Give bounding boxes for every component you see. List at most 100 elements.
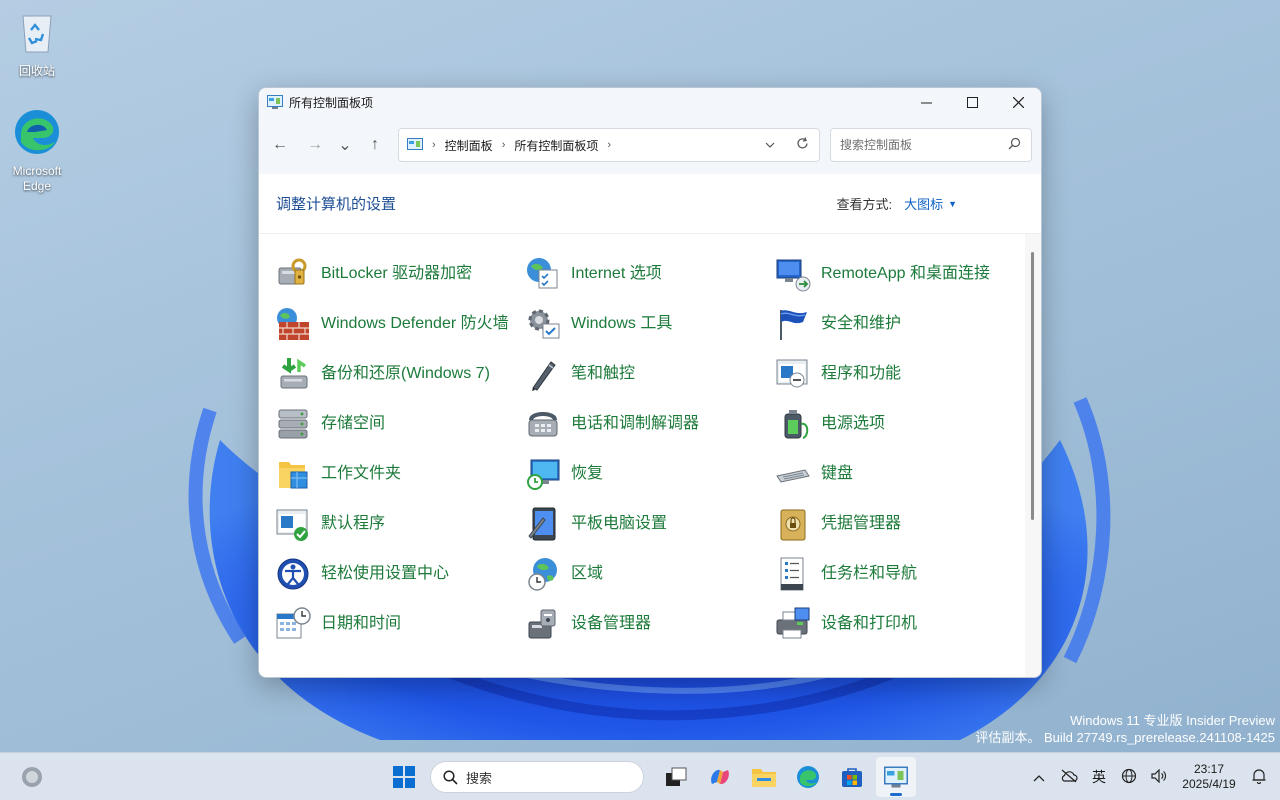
control-panel-item[interactable]: 轻松使用设置中心 bbox=[275, 549, 525, 599]
breadcrumb-control-panel[interactable]: 控制面板 bbox=[445, 137, 493, 154]
desktop-edge[interactable]: Microsoft Edge bbox=[0, 108, 74, 194]
minimize-button[interactable] bbox=[903, 88, 949, 116]
folder-icon bbox=[752, 769, 776, 787]
control-panel-item[interactable]: 恢复 bbox=[525, 449, 775, 499]
control-panel-item-label[interactable]: 存储空间 bbox=[321, 414, 511, 434]
copilot-button[interactable] bbox=[700, 757, 740, 797]
backup-icon bbox=[280, 358, 308, 389]
address-bar[interactable]: › 控制面板 › 所有控制面板项 › bbox=[398, 128, 820, 162]
chevron-up-icon bbox=[1033, 775, 1045, 782]
control-panel-item[interactable]: 工作文件夹 bbox=[275, 449, 525, 499]
control-panel-item-label[interactable]: 设备管理器 bbox=[571, 614, 761, 634]
control-panel-item[interactable]: Windows Defender 防火墙 bbox=[275, 299, 525, 349]
network-button[interactable] bbox=[1114, 768, 1144, 787]
close-button[interactable] bbox=[995, 88, 1041, 116]
control-panel-item-label[interactable]: 笔和触控 bbox=[571, 364, 761, 384]
control-panel-item-label[interactable]: 轻松使用设置中心 bbox=[321, 564, 511, 584]
control-panel-item[interactable]: Windows 工具 bbox=[525, 299, 775, 349]
region-icon bbox=[528, 558, 557, 591]
clock-time: 23:17 bbox=[1193, 762, 1225, 776]
control-panel-item[interactable]: BitLocker 驱动器加密 bbox=[275, 249, 525, 299]
up-button[interactable]: ↑ bbox=[360, 130, 390, 160]
control-panel-item[interactable]: 程序和功能 bbox=[775, 349, 1025, 399]
watermark-line2: 评估副本。 Build 27749.rs_prerelease.241108-1… bbox=[975, 730, 1275, 745]
breadcrumb-separator[interactable]: › bbox=[607, 139, 611, 151]
forward-button[interactable]: → bbox=[300, 130, 330, 160]
control-panel-item[interactable]: 安全和维护 bbox=[775, 299, 1025, 349]
task-view-icon bbox=[666, 767, 687, 786]
programs-icon bbox=[776, 359, 808, 388]
file-explorer-button[interactable] bbox=[744, 757, 784, 797]
address-dropdown-button[interactable] bbox=[755, 139, 785, 151]
control-panel-item-label[interactable]: 工作文件夹 bbox=[321, 464, 511, 484]
notification-bell-icon bbox=[1252, 768, 1266, 784]
breadcrumb-separator: › bbox=[501, 139, 506, 151]
control-panel-item-label[interactable]: 区域 bbox=[571, 564, 761, 584]
maximize-button[interactable] bbox=[949, 88, 995, 116]
control-panel-item-label[interactable]: BitLocker 驱动器加密 bbox=[321, 264, 511, 284]
control-panel-item-label[interactable]: 日期和时间 bbox=[321, 614, 511, 634]
taskbar-search[interactable]: 搜索 bbox=[430, 761, 644, 793]
refresh-button[interactable] bbox=[785, 136, 819, 154]
breadcrumb-all-items[interactable]: 所有控制面板项 bbox=[514, 137, 598, 154]
control-panel-item[interactable]: 电话和调制解调器 bbox=[525, 399, 775, 449]
recovery-icon bbox=[527, 459, 560, 490]
control-panel-item[interactable]: 存储空间 bbox=[275, 399, 525, 449]
control-panel-item-label[interactable]: 键盘 bbox=[821, 464, 1011, 484]
control-panel-item-label[interactable]: 任务栏和导航 bbox=[821, 564, 1011, 584]
control-panel-item[interactable]: 任务栏和导航 bbox=[775, 549, 1025, 599]
control-panel-item-label[interactable]: 平板电脑设置 bbox=[571, 514, 761, 534]
task-view-button[interactable] bbox=[656, 757, 696, 797]
show-hidden-icons-button[interactable] bbox=[1024, 769, 1054, 785]
control-panel-item-label[interactable]: 安全和维护 bbox=[821, 314, 1011, 334]
control-panel-item[interactable]: RemoteApp 和桌面连接 bbox=[775, 249, 1025, 299]
control-panel-item-label[interactable]: 备份和还原(Windows 7) bbox=[321, 364, 511, 384]
notifications-button[interactable] bbox=[1244, 768, 1274, 787]
control-panel-item-label[interactable]: RemoteApp 和桌面连接 bbox=[821, 264, 1011, 284]
desktop-recycle-bin[interactable]: 回收站 bbox=[0, 8, 74, 79]
control-panel-item[interactable]: 键盘 bbox=[775, 449, 1025, 499]
control-panel-item[interactable]: 电源选项 bbox=[775, 399, 1025, 449]
edge-taskbar-button[interactable] bbox=[788, 757, 828, 797]
volume-button[interactable] bbox=[1144, 768, 1174, 786]
control-panel-item-label[interactable]: 默认程序 bbox=[321, 514, 511, 534]
control-panel-item-label[interactable]: Internet 选项 bbox=[571, 264, 761, 284]
onedrive-button[interactable] bbox=[1054, 769, 1084, 786]
control-panel-item-label[interactable]: 电话和调制解调器 bbox=[571, 414, 761, 434]
phone-modem-icon bbox=[528, 412, 558, 437]
clock[interactable]: 23:17 2025/4/19 bbox=[1174, 762, 1244, 792]
control-panel-item[interactable]: 备份和还原(Windows 7) bbox=[275, 349, 525, 399]
control-panel-taskbar-button[interactable] bbox=[876, 757, 916, 797]
control-panel-item[interactable]: 设备和打印机 bbox=[775, 599, 1025, 649]
back-button[interactable]: ← bbox=[265, 130, 295, 160]
up-arrow-icon: ↑ bbox=[371, 136, 379, 153]
control-panel-item[interactable]: 平板电脑设置 bbox=[525, 499, 775, 549]
vertical-scrollbar[interactable] bbox=[1025, 234, 1041, 677]
input-method-indicator[interactable]: 英 bbox=[1084, 767, 1114, 787]
control-panel-item[interactable]: 日期和时间 bbox=[275, 599, 525, 649]
control-panel-item-label[interactable]: 电源选项 bbox=[821, 414, 1011, 434]
scrollbar-thumb[interactable] bbox=[1031, 252, 1034, 520]
control-panel-item[interactable]: 设备管理器 bbox=[525, 599, 775, 649]
caret-down-icon[interactable]: ▼ bbox=[948, 199, 957, 209]
start-button[interactable] bbox=[384, 757, 424, 797]
search-box[interactable] bbox=[830, 128, 1032, 162]
search-input[interactable] bbox=[840, 138, 1000, 152]
store-button[interactable] bbox=[832, 757, 872, 797]
control-panel-item-label[interactable]: 程序和功能 bbox=[821, 364, 1011, 384]
control-panel-item[interactable]: 凭据管理器 bbox=[775, 499, 1025, 549]
control-panel-item[interactable]: 默认程序 bbox=[275, 499, 525, 549]
recent-locations-button[interactable]: ⌄ bbox=[330, 130, 360, 160]
control-panel-item-label[interactable]: 凭据管理器 bbox=[821, 514, 1011, 534]
title-bar[interactable]: 所有控制面板项 bbox=[259, 88, 1041, 116]
widgets-icon[interactable] bbox=[20, 765, 44, 789]
control-panel-item[interactable]: 笔和触控 bbox=[525, 349, 775, 399]
control-panel-item-label[interactable]: 设备和打印机 bbox=[821, 614, 1011, 634]
breadcrumb-separator: › bbox=[432, 139, 436, 151]
control-panel-item-label[interactable]: Windows Defender 防火墙 bbox=[321, 314, 511, 334]
control-panel-item-label[interactable]: 恢复 bbox=[571, 464, 761, 484]
control-panel-item-label[interactable]: Windows 工具 bbox=[571, 314, 761, 334]
control-panel-item[interactable]: 区域 bbox=[525, 549, 775, 599]
view-mode-dropdown[interactable]: 大图标 bbox=[904, 194, 943, 213]
control-panel-item[interactable]: Internet 选项 bbox=[525, 249, 775, 299]
